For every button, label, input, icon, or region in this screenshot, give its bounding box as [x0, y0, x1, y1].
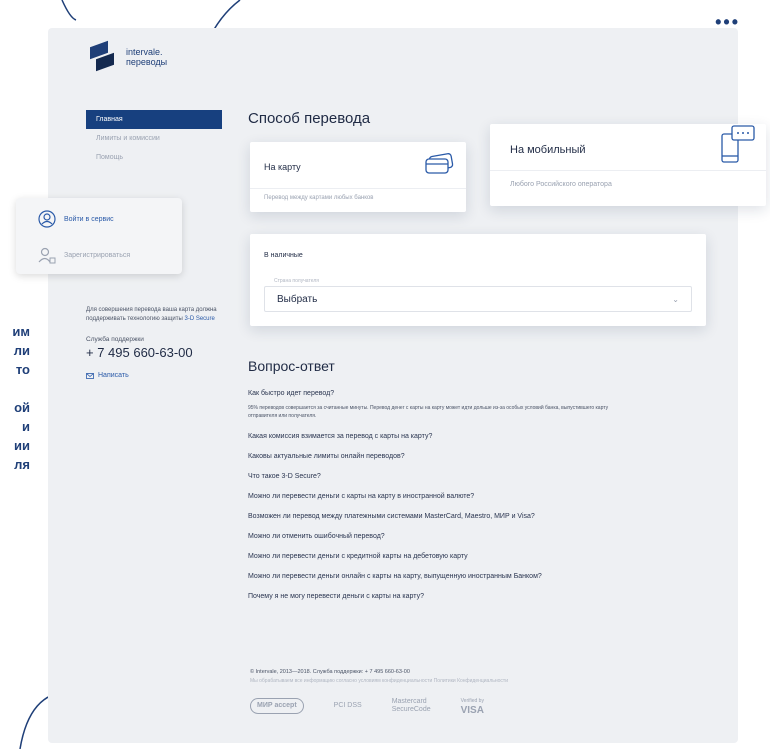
mc-line-1: Mastercard: [391, 698, 427, 705]
faq-list: Как быстро идет перевод? 95% переводов с…: [248, 390, 718, 613]
mc-line-2: SecureCode: [391, 706, 431, 713]
visa-text: VISA: [460, 705, 484, 716]
sidebar-nav: Главная Лимиты и комиссии Помощь: [86, 110, 222, 167]
user-circle-icon: [38, 210, 56, 228]
payment-logos: МИР accept PCI DSS Mastercard SecureCode…: [250, 696, 484, 716]
side-text-line: ли: [13, 343, 30, 358]
write-link[interactable]: Написать: [86, 372, 236, 379]
to-mobile-subtitle: Любого Российского оператора: [510, 181, 612, 188]
register-label: Зарегистрироваться: [64, 251, 131, 259]
login-button[interactable]: Войти в сервис: [16, 204, 182, 234]
card-separator: [250, 188, 466, 189]
mir-accept-logo: МИР accept: [250, 698, 304, 714]
side-text-line: [0, 379, 30, 398]
faq-question[interactable]: Можно ли перевести деньги с карты на кар…: [248, 493, 718, 500]
faq-question[interactable]: Что такое 3-D Secure?: [248, 473, 718, 480]
faq-question[interactable]: Можно ли отменить ошибочный перевод?: [248, 533, 718, 540]
cash-option: В наличные Страна получателя Выбрать ⌄: [250, 234, 706, 326]
faq-question[interactable]: Можно ли перевести деньги онлайн с карты…: [248, 573, 718, 580]
faq-answer: 95% переводов совершается за считанные м…: [248, 405, 609, 419]
logo-line-1: intervale.: [126, 47, 163, 57]
support-phone[interactable]: + 7 495 660-63-00: [86, 345, 236, 360]
3d-secure-link[interactable]: 3-D Secure: [184, 316, 214, 322]
card-icon: [425, 153, 454, 174]
card-separator: [490, 170, 766, 171]
mir-accept-text: accept: [274, 702, 297, 709]
faq-question[interactable]: Какая комиссия взимается за перевод с ка…: [248, 433, 718, 440]
faq-question[interactable]: Как быстро идет перевод?: [248, 390, 718, 397]
sidebar-item-limits[interactable]: Лимиты и комиссии: [86, 129, 222, 148]
support-label: Служба поддержки: [86, 336, 144, 343]
to-mobile-option[interactable]: На мобильный Любого Российского оператор…: [490, 124, 766, 206]
to-mobile-title: На мобильный: [510, 144, 586, 156]
faq-question[interactable]: Возможен ли перевод между платежными сис…: [248, 513, 718, 520]
sidebar-item-home[interactable]: Главная: [86, 110, 222, 129]
left-info: Для совершения перевода ваша карта должн…: [86, 306, 236, 379]
sidebar-item-help[interactable]: Помощь: [86, 148, 222, 167]
logo-mark-icon: [88, 40, 118, 72]
logo-line-2: переводы: [126, 57, 168, 67]
user-add-icon: [38, 247, 56, 264]
register-button[interactable]: Зарегистрироваться: [16, 240, 182, 270]
mobile-message-icon: [721, 125, 755, 163]
pci-dss-logo: PCI DSS: [333, 702, 362, 709]
copyright: © Intervale, 2013—2018. Служба поддержки…: [250, 669, 410, 675]
chevron-down-icon: ⌄: [672, 294, 679, 304]
brand-logo[interactable]: intervale. переводы: [88, 40, 167, 72]
write-label: Написать: [98, 372, 129, 379]
faq-question[interactable]: Можно ли перевести деньги с кредитной ка…: [248, 553, 718, 560]
to-card-title: На карту: [264, 162, 301, 172]
mastercard-securecode-logo: Mastercard SecureCode: [392, 698, 431, 714]
country-field-label: Страна получателя: [274, 278, 319, 284]
side-text-line: им: [12, 324, 30, 339]
faq-title: Вопрос-ответ: [248, 358, 335, 374]
to-card-option[interactable]: На карту Перевод между картами любых бан…: [250, 142, 466, 212]
logo-text: intervale. переводы: [126, 47, 167, 67]
side-overflow-text: им ли то ой и ии ля: [0, 322, 30, 474]
mir-text: МИР: [257, 702, 273, 709]
secure-note: Для совершения перевода ваша карта должн…: [86, 306, 236, 324]
country-select[interactable]: Выбрать ⌄: [264, 286, 692, 312]
side-text-line: то: [15, 362, 30, 377]
disclaimer: Мы обрабатываем все информацию согласно …: [250, 678, 508, 684]
transfer-title: Способ перевода: [248, 110, 371, 127]
mail-icon: [86, 372, 94, 379]
footer: © Intervale, 2013—2018. Служба поддержки…: [250, 669, 710, 684]
side-text-line: и: [22, 419, 30, 434]
login-card: Войти в сервис Зарегистрироваться: [16, 198, 182, 274]
country-select-value: Выбрать: [277, 293, 318, 305]
faq-question[interactable]: Почему я не могу перевести деньги с карт…: [248, 593, 718, 600]
faq-question[interactable]: Каковы актуальные лимиты онлайн переводо…: [248, 453, 718, 460]
side-text-line: ля: [14, 457, 30, 472]
verified-by-visa-logo: Verified by VISA: [461, 696, 484, 716]
side-text-line: ии: [14, 438, 30, 453]
cash-title: В наличные: [264, 252, 303, 259]
to-card-subtitle: Перевод между картами любых банков: [264, 195, 374, 201]
login-label: Войти в сервис: [64, 215, 114, 223]
side-text-line: ой: [14, 400, 30, 415]
